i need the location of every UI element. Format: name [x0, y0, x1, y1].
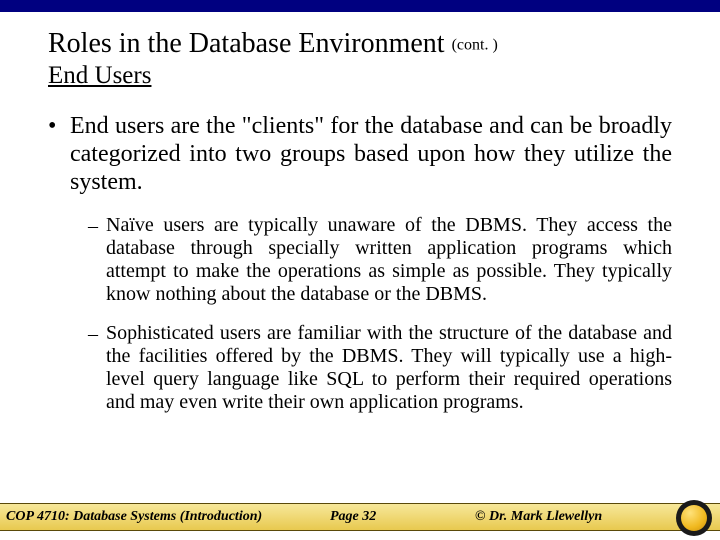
footer-author: © Dr. Mark Llewellyn	[475, 509, 602, 525]
footer-band: COP 4710: Database Systems (Introduction…	[0, 503, 720, 531]
bullet-marker: •	[48, 112, 70, 196]
title-main: Roles in the Database Environment	[48, 28, 445, 59]
slide-content: Roles in the Database Environment (cont.…	[0, 12, 720, 414]
title-continuation: (cont. )	[452, 37, 498, 54]
sub-bullet-item: – Naïve users are typically unaware of t…	[88, 214, 672, 306]
sub-bullet-text: Sophisticated users are familiar with th…	[106, 322, 672, 414]
dash-marker: –	[88, 322, 106, 414]
sub-bullet-item: – Sophisticated users are familiar with …	[88, 322, 672, 414]
ucf-logo-icon	[676, 500, 712, 536]
bullet-item: • End users are the "clients" for the da…	[48, 112, 672, 196]
footer-course: COP 4710: Database Systems (Introduction…	[6, 509, 262, 525]
slide-subtitle: End Users	[48, 62, 672, 90]
top-accent-bar	[0, 0, 720, 12]
slide-footer: COP 4710: Database Systems (Introduction…	[0, 503, 720, 540]
slide-title: Roles in the Database Environment (cont.…	[48, 28, 672, 60]
dash-marker: –	[88, 214, 106, 306]
footer-bottom-strip	[0, 531, 720, 540]
footer-page: Page 32	[330, 509, 376, 525]
sub-bullet-text: Naïve users are typically unaware of the…	[106, 214, 672, 306]
bullet-text: End users are the "clients" for the data…	[70, 112, 672, 196]
